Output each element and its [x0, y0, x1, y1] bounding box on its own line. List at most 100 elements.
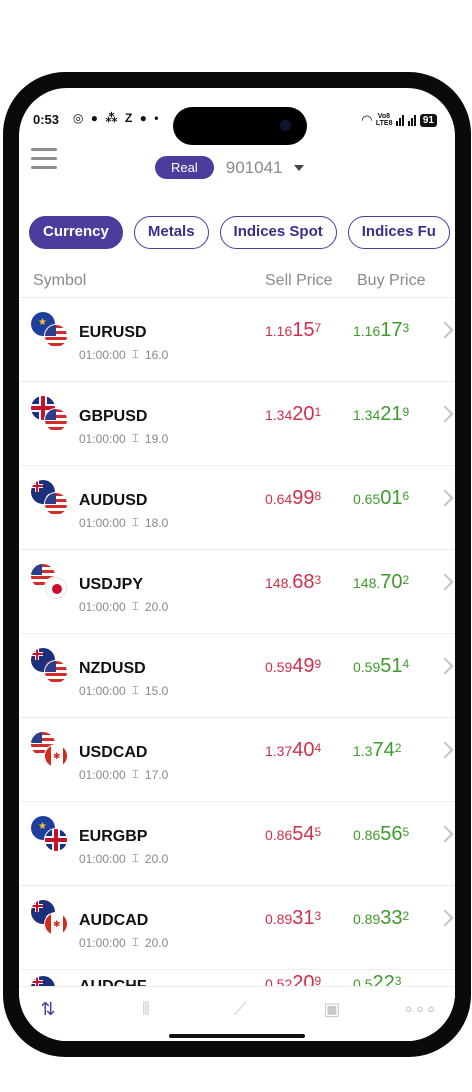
buy-price[interactable]: 1.16173 [353, 319, 409, 342]
spread-icon: ⌶ [131, 431, 139, 445]
home-indicator [169, 1034, 305, 1038]
flag-pair [31, 648, 71, 688]
table-row[interactable]: NZDUSD 01:00:00 ⌶ 15.0 0.59499 0.59514 [19, 634, 455, 718]
flag-icon [44, 324, 68, 348]
quote-time: 01:00:00 [79, 347, 126, 362]
chevron-right-icon[interactable] [436, 489, 454, 507]
spread-value: 20.0 [144, 935, 169, 950]
menu-icon[interactable] [31, 148, 57, 170]
line-chart-icon[interactable]: ⟋ [225, 999, 255, 1025]
sell-price[interactable]: 1.16157 [265, 319, 321, 342]
table-row[interactable]: GBPUSD 01:00:00 ⌶ 19.0 1.34201 1.34219 [19, 382, 455, 466]
flag-icon [44, 744, 68, 768]
dynamic-island [173, 107, 307, 145]
network-label: Vo8 LTE8 [375, 113, 393, 127]
sell-price[interactable]: 148.683 [265, 571, 321, 594]
account-type-badge[interactable]: Real [155, 156, 214, 179]
table-row[interactable]: USDCAD 01:00:00 ⌶ 17.0 1.37404 1.3742 [19, 718, 455, 802]
quote-time: 01:00:00 [79, 515, 126, 530]
symbol-name: EURUSD [79, 324, 147, 341]
chevron-right-icon[interactable] [436, 321, 454, 339]
spread-icon: ⌶ [131, 515, 139, 529]
buy-price[interactable]: 0.86565 [353, 823, 409, 846]
flag-icon [44, 408, 68, 432]
signal-icon [395, 114, 404, 126]
quote-meta: 01:00:00 ⌶ 20.0 [79, 851, 168, 866]
spread-value: 16.0 [144, 347, 169, 362]
spread-value: 20.0 [144, 851, 169, 866]
table-row[interactable]: EURGBP 01:00:00 ⌶ 20.0 0.86545 0.86565 [19, 802, 455, 886]
tab-currency[interactable]: Currency [29, 216, 123, 249]
tab-indices-futures[interactable]: Indices Fu [347, 216, 450, 249]
sell-price[interactable]: 0.59499 [265, 655, 321, 678]
table-row[interactable]: EURUSD 01:00:00 ⌶ 16.0 1.16157 1.16173 [19, 298, 455, 382]
spread-icon: ⌶ [131, 347, 139, 361]
spread-icon: ⌶ [131, 767, 139, 781]
quote-time: 01:00:00 [79, 767, 126, 782]
buy-price[interactable]: 0.65016 [353, 487, 409, 510]
account-number[interactable]: 901041 [226, 158, 283, 178]
quote-meta: 01:00:00 ⌶ 15.0 [79, 683, 168, 698]
wifi-icon: ◠ [361, 112, 372, 127]
tab-indices-spot[interactable]: Indices Spot [219, 216, 337, 249]
sell-price[interactable]: 1.37404 [265, 739, 321, 762]
table-row[interactable]: AUDCAD 01:00:00 ⌶ 20.0 0.89313 0.89332 [19, 886, 455, 970]
symbol-name: GBPUSD [79, 408, 148, 425]
quote-list: EURUSD 01:00:00 ⌶ 16.0 1.16157 1.16173 G… [19, 298, 455, 970]
quote-meta: 01:00:00 ⌶ 20.0 [79, 599, 168, 614]
camera-icon [280, 120, 291, 131]
more-icon[interactable]: ∘∘∘ [403, 999, 437, 1025]
chevron-right-icon[interactable] [436, 405, 454, 423]
flag-pair [31, 312, 71, 352]
sell-price[interactable]: 0.64998 [265, 487, 321, 510]
quote-meta: 01:00:00 ⌶ 20.0 [79, 935, 168, 950]
column-buy-price: Buy Price [357, 272, 426, 289]
quote-time: 01:00:00 [79, 431, 126, 446]
chevron-down-icon[interactable] [294, 164, 305, 171]
sell-price[interactable]: 0.89313 [265, 907, 321, 930]
chevron-right-icon[interactable] [436, 825, 454, 843]
flag-pair [31, 396, 71, 436]
bottom-nav: ⇅ ⦀ ⟋ ▣ ∘∘∘ [19, 986, 455, 1041]
buy-price[interactable]: 148.702 [353, 571, 409, 594]
candlestick-icon[interactable]: ⦀ [131, 999, 161, 1025]
chevron-right-icon[interactable] [436, 657, 454, 675]
chevron-right-icon[interactable] [436, 573, 454, 591]
symbol-name: USDJPY [79, 576, 144, 593]
account-selector[interactable]: Real 901041 [155, 156, 305, 179]
column-headers: Symbol Sell Price Buy Price [19, 264, 455, 298]
status-time: 0:53 [33, 112, 60, 127]
quote-time: 01:00:00 [79, 683, 126, 698]
status-right: ◠ Vo8 LTE8 91 [362, 112, 437, 128]
sell-price[interactable]: 0.86545 [265, 823, 321, 846]
quote-meta: 01:00:00 ⌶ 18.0 [79, 515, 168, 530]
buy-price[interactable]: 0.89332 [353, 907, 409, 930]
history-icon[interactable]: ▣ [317, 999, 347, 1025]
category-tabs: Currency Metals Indices Spot Indices Fu [29, 216, 450, 249]
spread-icon: ⌶ [131, 851, 139, 865]
table-row[interactable]: USDJPY 01:00:00 ⌶ 20.0 148.683 148.702 [19, 550, 455, 634]
chevron-right-icon[interactable] [436, 909, 454, 927]
app-screen: 0:53 ◎ ● ⁂ Z ● • ◠ Vo8 LTE8 91 $ 0.00 Re… [19, 88, 455, 1041]
buy-price[interactable]: 1.34219 [353, 403, 409, 426]
chevron-right-icon[interactable] [436, 741, 454, 759]
column-sell-price: Sell Price [265, 272, 333, 289]
flag-icon [44, 828, 68, 852]
trade-arrows-icon[interactable]: ⇅ [33, 999, 63, 1025]
buy-price[interactable]: 0.59514 [353, 655, 409, 678]
flag-pair [31, 816, 71, 856]
tab-metals[interactable]: Metals [133, 216, 209, 249]
spread-value: 17.0 [144, 767, 169, 782]
quote-time: 01:00:00 [79, 851, 126, 866]
buy-price[interactable]: 1.3742 [353, 739, 401, 762]
table-row[interactable]: AUDUSD 01:00:00 ⌶ 18.0 0.64998 0.65016 [19, 466, 455, 550]
column-symbol: Symbol [33, 272, 87, 289]
flag-icon [44, 660, 68, 684]
sell-price[interactable]: 1.34201 [265, 403, 321, 426]
spread-icon: ⌶ [131, 935, 139, 949]
quote-time: 01:00:00 [79, 935, 126, 950]
flag-pair [31, 480, 71, 520]
symbol-name: EURGBP [79, 828, 148, 845]
quote-time: 01:00:00 [79, 599, 126, 614]
symbol-name: USDCAD [79, 744, 148, 761]
